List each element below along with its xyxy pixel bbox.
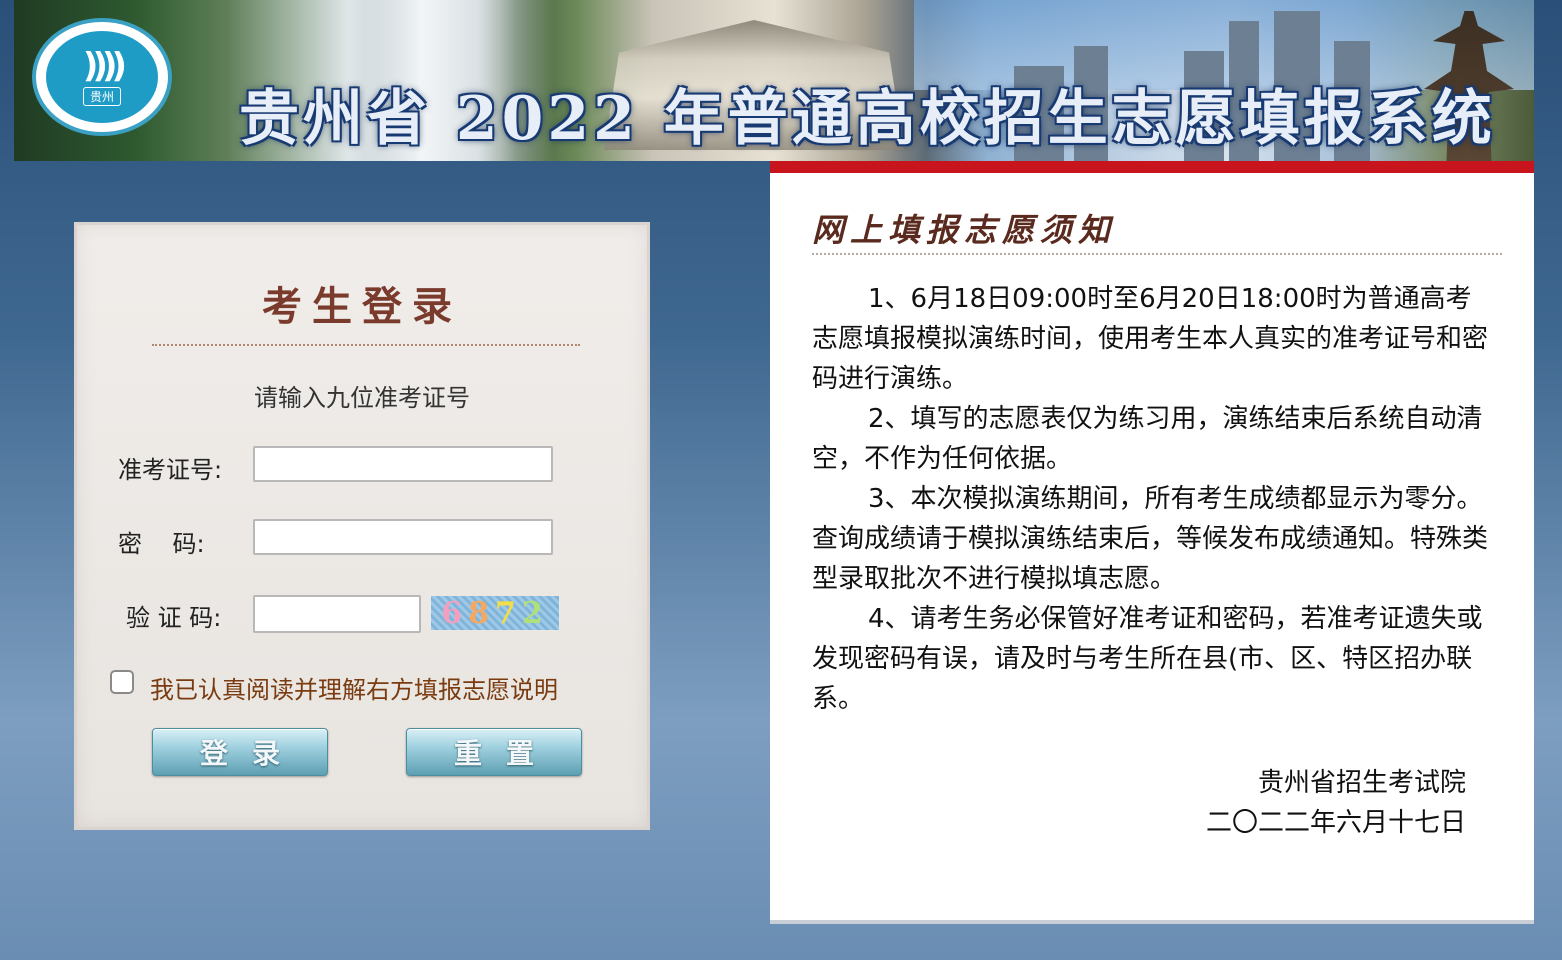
captcha-label: 验 证 码: [126, 604, 222, 632]
exam-id-label: 准考证号: [118, 456, 223, 484]
login-button[interactable]: 登录 [152, 728, 328, 776]
title-divider [152, 344, 580, 346]
reset-button[interactable]: 重置 [406, 728, 582, 776]
agree-label[interactable]: 我已认真阅读并理解右方填报志愿说明 [150, 670, 558, 705]
agree-checkbox[interactable] [110, 670, 134, 694]
signature-org: 贵州省招生考试院 [1257, 768, 1466, 798]
logo-tag: 贵州 [82, 86, 121, 106]
notice-item: 3、本次模拟演练期间，所有考生成绩都显示为零分。查询成绩请于模拟演练结束后，等候… [812, 484, 1489, 594]
captcha-image[interactable]: 6 8 7 2 [431, 595, 559, 631]
notice-item: 4、请考生务必保管好准考证和密码，若准考证遗失或发现密码有误，请及时与考生所在县… [812, 604, 1483, 714]
notice-signature: 贵州省招生考试院 二〇二二年六月十七日 [1166, 763, 1466, 843]
login-title: 考生登录 [262, 283, 462, 330]
system-title: 贵州省 2022 年普通高校招生志愿填报系统 [239, 84, 1496, 154]
logo-emblem: )))) 贵州 [46, 31, 158, 123]
login-panel: 考生登录 请输入九位准考证号 准考证号: 密 码: 验 证 码: 6 8 7 2… [74, 222, 650, 830]
notice-divider [812, 253, 1502, 255]
captcha-digit: 2 [521, 595, 549, 631]
captcha-digit: 7 [495, 595, 522, 631]
password-input[interactable] [253, 519, 553, 555]
logo-waves-icon: )))) [82, 45, 127, 86]
captcha-digit: 8 [468, 595, 495, 631]
captcha-digit: 6 [441, 595, 469, 631]
notice-body: 1、6月18日09:00时至6月20日18:00时为普通高考志愿填报模拟演练时间… [812, 279, 1492, 719]
signature-date: 二〇二二年六月十七日 [1205, 808, 1466, 838]
notice-panel: 网上填报志愿须知 1、6月18日09:00时至6月20日18:00时为普通高考志… [770, 161, 1534, 924]
notice-title: 网上填报志愿须知 [812, 211, 1117, 249]
header-banner: )))) 贵州 贵州省 2022 年普通高校招生志愿填报系统 [14, 0, 1534, 161]
password-label: 密 码: [118, 530, 205, 558]
notice-item: 2、填写的志愿表仅为练习用，演练结束后系统自动清空，不作为任何依据。 [812, 404, 1483, 474]
login-hint: 请输入九位准考证号 [254, 384, 470, 412]
notice-item: 1、6月18日09:00时至6月20日18:00时为普通高考志愿填报模拟演练时间… [812, 284, 1489, 394]
exam-id-input[interactable] [253, 446, 553, 482]
captcha-input[interactable] [253, 595, 421, 633]
guizhou-logo: )))) 贵州 [32, 18, 172, 136]
